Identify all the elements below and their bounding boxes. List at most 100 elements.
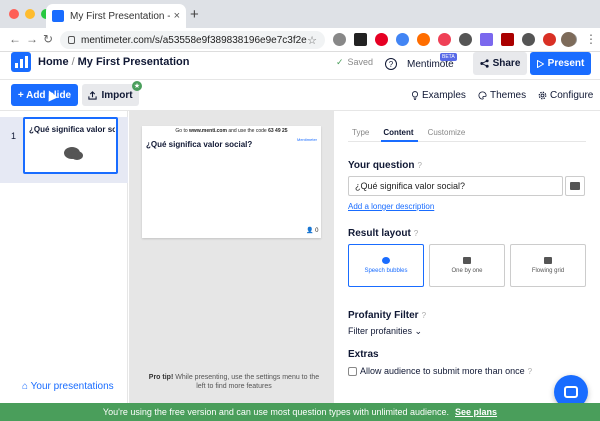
examples-button[interactable]: Examples xyxy=(411,90,466,101)
saved-label: Saved xyxy=(347,57,374,67)
tab-close-icon[interactable]: × xyxy=(174,10,180,22)
help-icon[interactable]: ? xyxy=(417,161,421,170)
breadcrumb: Home / My First Presentation xyxy=(38,56,189,68)
join-instructions: Go to www.menti.com and use the code 63 … xyxy=(142,128,321,134)
share-button[interactable]: Share xyxy=(473,52,527,75)
profanity-value: Filter profanities xyxy=(348,326,413,336)
image-icon xyxy=(570,182,580,190)
extension-icon[interactable] xyxy=(543,33,556,46)
question-input[interactable]: ¿Qué significa valor social? xyxy=(348,176,563,196)
grid-icon xyxy=(544,257,552,264)
close-window-button[interactable] xyxy=(9,9,19,19)
extension-icon[interactable] xyxy=(396,33,409,46)
back-icon[interactable]: ← xyxy=(9,32,21,46)
card-icon xyxy=(463,257,471,264)
reload-icon[interactable]: ↻ xyxy=(43,32,53,46)
star-badge-icon: ★ xyxy=(132,81,142,91)
lightbulb-icon xyxy=(411,91,419,100)
new-tab-button[interactable]: + xyxy=(190,6,199,23)
pro-tip-text: While presenting, use the settings menu … xyxy=(173,374,320,391)
pinterest-extension-icon[interactable] xyxy=(375,33,388,46)
tab-customize[interactable]: Customize xyxy=(428,128,466,137)
mentimeter-favicon-icon xyxy=(52,10,64,22)
allow-multiple-checkbox[interactable] xyxy=(348,367,357,376)
minimize-window-button[interactable] xyxy=(25,9,35,19)
result-layout-heading: Result layout? xyxy=(348,228,418,239)
chevron-down-icon: ⌄ xyxy=(414,326,423,336)
import-button[interactable]: Import xyxy=(82,84,139,106)
extension-icon[interactable] xyxy=(333,33,346,46)
upload-icon xyxy=(88,90,98,100)
tab-content[interactable]: Content xyxy=(383,128,413,137)
layout-flowing-grid[interactable]: Flowing grid xyxy=(510,244,586,287)
slide-question: ¿Qué significa valor social? xyxy=(146,140,253,149)
layout-label: Flowing grid xyxy=(531,268,565,274)
extension-icon[interactable] xyxy=(459,33,472,46)
extension-icons xyxy=(333,33,577,46)
mentimeter-brand: Mentimeter xyxy=(297,137,318,142)
browser-tab[interactable]: My First Presentation - Mentimeter × xyxy=(46,4,186,28)
add-description-link[interactable]: Add a longer description xyxy=(348,202,434,211)
layout-label: One by one xyxy=(451,268,483,274)
slide-thumbnail[interactable]: ¿Qué significa valor social? xyxy=(23,117,118,174)
saved-status: ✓ Saved xyxy=(336,57,373,68)
forward-icon[interactable]: → xyxy=(26,32,38,46)
pro-tip: Pro tip! While presenting, use the setti… xyxy=(144,373,324,391)
home-icon: ⌂ xyxy=(22,381,31,392)
profanity-dropdown[interactable]: Filter profanities ⌄ xyxy=(348,326,422,337)
configure-button[interactable]: Configure xyxy=(538,90,593,101)
extension-icon[interactable] xyxy=(354,33,367,46)
pocket-extension-icon[interactable] xyxy=(438,33,451,46)
chat-icon xyxy=(564,386,578,398)
your-presentations-link[interactable]: ⌂ Your presentations xyxy=(22,381,114,392)
palette-icon xyxy=(478,91,487,100)
your-question-label: Your question xyxy=(348,160,415,171)
response-count-value: 0 xyxy=(315,228,319,234)
extension-icon[interactable] xyxy=(501,33,514,46)
profanity-filter-label: Profanity Filter xyxy=(348,310,419,321)
slide-number: 1 xyxy=(11,131,17,141)
your-question-heading: Your question? xyxy=(348,160,422,171)
extension-icon[interactable] xyxy=(480,33,493,46)
browser-tab-bar: My First Presentation - Mentimeter × + xyxy=(0,0,600,28)
help-icon[interactable]: ? xyxy=(528,367,532,376)
slide-preview[interactable]: Go to www.menti.com and use the code 63 … xyxy=(142,126,321,238)
browser-menu-icon[interactable]: ⋮ xyxy=(585,32,597,46)
play-icon xyxy=(536,59,544,68)
allow-multiple-label: Allow audience to submit more than once? xyxy=(360,366,532,376)
themes-label: Themes xyxy=(490,90,527,101)
divider xyxy=(0,79,600,80)
address-url: mentimeter.com/s/a53558e9f389838196e9e7c… xyxy=(81,34,307,46)
add-image-button[interactable] xyxy=(565,176,585,196)
themes-button[interactable]: Themes xyxy=(478,90,526,101)
beta-badge: BETA xyxy=(440,53,457,61)
help-icon[interactable]: ? xyxy=(414,229,418,238)
see-plans-link[interactable]: See plans xyxy=(455,407,497,417)
tab-type[interactable]: Type xyxy=(352,128,369,137)
browser-tab-title: My First Presentation - Mentimeter xyxy=(70,10,170,22)
lock-icon xyxy=(68,36,75,44)
present-label: Present xyxy=(547,58,585,69)
breadcrumb-separator: / xyxy=(71,56,75,68)
active-tab-indicator xyxy=(381,140,418,142)
bookmark-star-icon[interactable]: ☆ xyxy=(307,34,317,47)
slide-thumbnail-title: ¿Qué significa valor social? xyxy=(29,125,115,134)
help-icon[interactable]: ? xyxy=(422,311,426,320)
mentimeter-logo-icon[interactable] xyxy=(11,52,31,72)
configure-label: Configure xyxy=(550,90,594,101)
free-plan-banner: You're using the free version and can us… xyxy=(0,403,600,421)
pro-tip-label: Pro tip! xyxy=(148,374,174,381)
breadcrumb-home[interactable]: Home xyxy=(38,56,69,68)
extension-icon[interactable] xyxy=(417,33,430,46)
present-button[interactable]: Present xyxy=(530,52,591,75)
layout-one-by-one[interactable]: One by one xyxy=(429,244,505,287)
window-controls xyxy=(9,9,51,19)
extension-icon[interactable] xyxy=(522,33,535,46)
address-bar[interactable]: mentimeter.com/s/a53558e9f389838196e9e7c… xyxy=(60,31,325,49)
allow-multiple-text: Allow audience to submit more than once xyxy=(360,366,525,376)
speech-bubbles-icon xyxy=(382,257,390,264)
profile-avatar[interactable] xyxy=(561,32,576,47)
layout-speech-bubbles[interactable]: Speech bubbles xyxy=(348,244,424,287)
profanity-filter-heading: Profanity Filter? xyxy=(348,310,426,321)
presentation-title[interactable]: My First Presentation xyxy=(78,56,190,68)
